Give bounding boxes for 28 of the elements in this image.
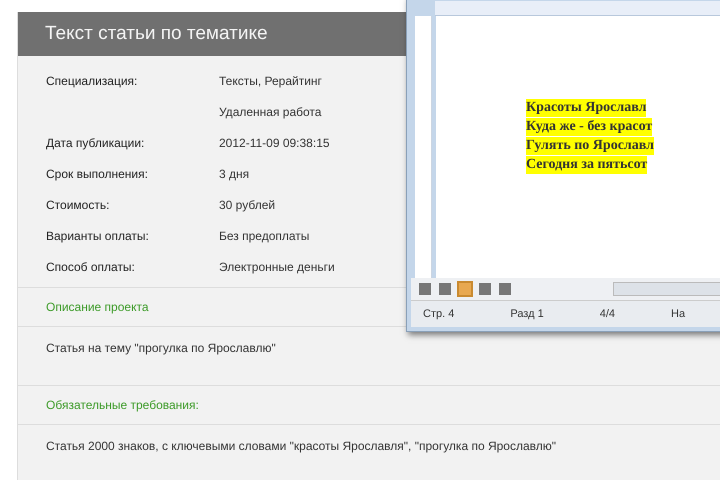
field-label: Дата публикации: bbox=[46, 135, 146, 152]
view-mode-icon[interactable] bbox=[479, 283, 491, 295]
field-label: Стоимость: bbox=[46, 197, 110, 214]
section-text: Статья 2000 знаков, с ключевыми словами "красоты Ярославля", "прогулка по Ярославлю" bbox=[45, 438, 558, 455]
scrollbar[interactable] bbox=[613, 282, 720, 296]
field-value: 3 дня bbox=[219, 166, 250, 183]
field-value: 30 рублей bbox=[219, 197, 276, 214]
field-value: 2012-11-09 09:38:15 bbox=[219, 135, 330, 152]
field-label: Специализация: bbox=[46, 73, 138, 90]
field-label: Варианты оплаты: bbox=[46, 228, 150, 245]
field-value: Без предоплаты bbox=[219, 228, 310, 245]
view-mode-icon[interactable] bbox=[459, 283, 471, 295]
section-heading: Обязательные требования: bbox=[18, 385, 720, 425]
highlighted-text: Гулять по Ярославл bbox=[526, 137, 654, 155]
field-value: Электронные деньги bbox=[219, 259, 335, 276]
status-text: Разд 1 bbox=[510, 308, 544, 320]
view-mode-icon[interactable] bbox=[439, 283, 451, 295]
panel-title: Текст статьи по тематике bbox=[18, 12, 409, 56]
field-value: Удаленная работа bbox=[219, 104, 322, 121]
field-value: Тексты, Рерайтинг bbox=[219, 73, 322, 90]
view-mode-icon[interactable] bbox=[499, 283, 511, 295]
field-label: Срок выполнения: bbox=[46, 166, 149, 183]
field-label: Способ оплаты: bbox=[46, 259, 136, 276]
status-text: 4/4 bbox=[600, 308, 616, 320]
view-mode-icon[interactable] bbox=[419, 283, 431, 295]
status-text: Стр. 4 bbox=[423, 308, 454, 320]
section-text: Статья на тему "прогулка по Ярославлю" bbox=[45, 340, 277, 357]
status-text: На bbox=[671, 308, 686, 320]
